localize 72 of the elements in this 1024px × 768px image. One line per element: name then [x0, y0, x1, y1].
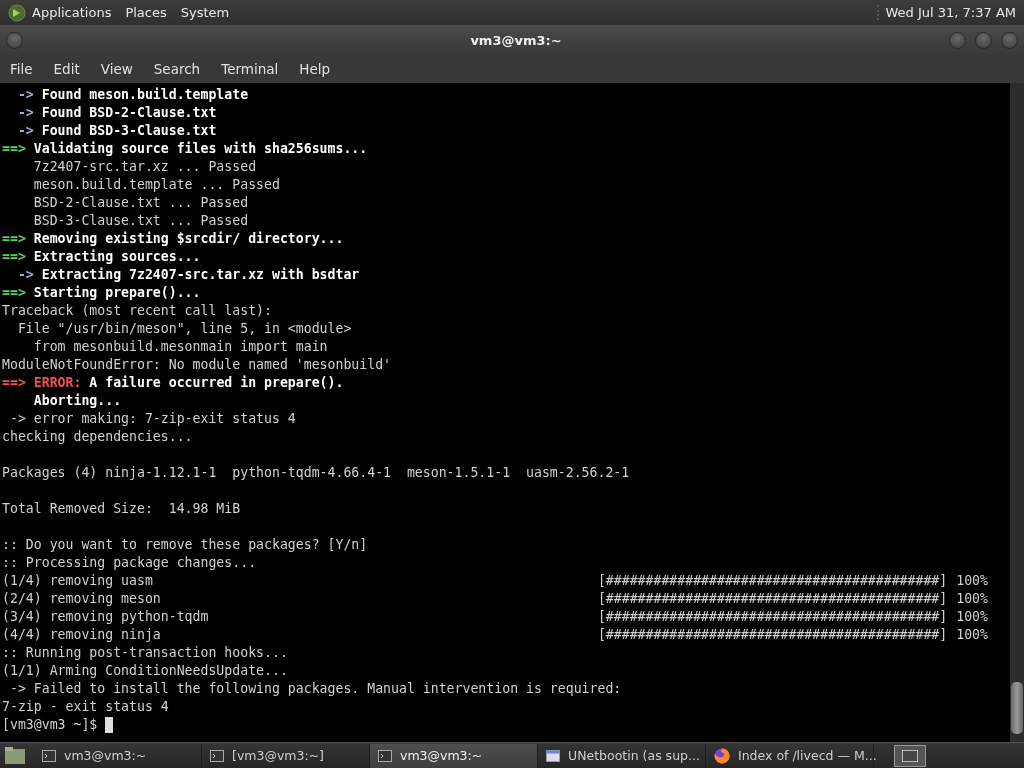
browser-icon: [714, 747, 730, 764]
clock[interactable]: Wed Jul 31, 7:37 AM: [877, 5, 1016, 20]
menu-item[interactable]: File: [10, 61, 33, 77]
progress-bar-text: [##########################################]: [597, 590, 948, 608]
terminal-line: 7-zip - exit status 4: [2, 698, 169, 716]
terminal-line: -> Found BSD-2-Clause.txt: [16, 104, 217, 122]
progress-bar-text: [##########################################]: [597, 626, 948, 644]
taskbar-button[interactable]: vm3@vm3:~: [34, 743, 202, 768]
terminal-line: Traceback (most recent call last):: [2, 302, 272, 320]
progress-bar-text: [##########################################]: [597, 608, 948, 626]
terminal-line: from mesonbuild.mesonmain import main: [32, 338, 328, 356]
terminal-line: -> error making: 7-zip-exit status 4: [8, 410, 296, 428]
window-title: vm3@vm3:~: [470, 32, 562, 48]
terminal-line: -> Found BSD-3-Clause.txt: [16, 122, 217, 140]
terminal-line: (1/1) Arming ConditionNeedsUpdate...: [2, 662, 288, 680]
terminal-line: (1/4) removing uasm: [2, 572, 153, 590]
terminal-icon: [42, 749, 56, 762]
terminal-line: ==> Extracting sources...: [2, 248, 201, 266]
taskbar-button[interactable]: UNetbootin (as sup...: [538, 743, 706, 768]
terminal-line: BSD-2-Clause.txt ... Passed: [32, 194, 249, 212]
terminal-line: -> Failed to install the following packages. Manual intervention is required:: [8, 680, 622, 698]
text-cursor: [105, 717, 114, 733]
terminal-line: (2/4) removing meson: [2, 590, 161, 608]
progress-percent: 100%: [956, 572, 988, 590]
folder-icon[interactable]: [4, 745, 26, 766]
app-menu-icon[interactable]: [8, 3, 26, 22]
panel-menu[interactable]: Applications: [32, 5, 112, 20]
taskbar-button[interactable]: vm3@vm3:~: [370, 743, 538, 768]
progress-percent: 100%: [956, 590, 988, 608]
scrollbar[interactable]: [1010, 83, 1024, 742]
scrollbar-thumb[interactable]: [1011, 682, 1023, 734]
shell-prompt: [vm3@vm3 ~]$: [2, 716, 99, 734]
terminal-icon: [210, 749, 224, 762]
progress-percent: 100%: [956, 608, 988, 626]
terminal-line: File "/usr/bin/meson", line 5, in <module>: [16, 320, 352, 338]
window-icon: [546, 749, 560, 762]
terminal-line: -> Found meson.build.template: [16, 86, 249, 104]
terminal-line: 7z2407-src.tar.xz ... Passed: [32, 158, 257, 176]
menu-item[interactable]: Help: [299, 61, 331, 77]
terminal-line: ==> ERROR: A failure occurred in prepare().: [2, 374, 344, 392]
terminal-line: :: Running post-transaction hooks...: [2, 644, 288, 662]
terminal-line: ==> Starting prepare()...: [2, 284, 201, 302]
panel-menu[interactable]: Places: [125, 5, 167, 20]
minimize-button[interactable]: [949, 31, 966, 49]
terminal-icon: [378, 749, 392, 762]
panel-menu[interactable]: System: [180, 5, 230, 20]
window-menu-button[interactable]: [6, 31, 23, 49]
terminal-line: meson.build.template ... Passed: [32, 176, 280, 194]
terminal-line: checking dependencies...: [2, 428, 193, 446]
terminal-line: :: Do you want to remove these packages? [Y/n]: [2, 536, 368, 554]
terminal-line: Packages (4) ninja-1.12.1-1 python-tqdm-4.66.4-1 meson-1.5.1-1 uasm-2.56.2-1: [2, 464, 630, 482]
terminal-line: :: Processing package changes...: [2, 554, 257, 572]
menu-item[interactable]: Terminal: [221, 61, 279, 77]
desktop-icon: [902, 749, 918, 762]
menu-item[interactable]: Search: [153, 61, 201, 77]
terminal-line: (3/4) removing python-tqdm: [2, 608, 209, 626]
terminal-line: ==> Removing existing $srcdir/ directory...: [2, 230, 344, 248]
terminal-line: Aborting...: [32, 392, 122, 410]
taskbar-button[interactable]: Index of /livecd — M...: [706, 743, 874, 768]
close-button[interactable]: [1001, 31, 1018, 49]
terminal-line: (4/4) removing ninja: [2, 626, 161, 644]
terminal-line: ModuleNotFoundError: No module named 'mesonbuild': [2, 356, 392, 374]
menu-item[interactable]: Edit: [53, 61, 80, 77]
show-desktop-button[interactable]: [894, 744, 926, 767]
progress-percent: 100%: [956, 626, 988, 644]
progress-bar-text: [##########################################]: [597, 572, 948, 590]
terminal-line: Total Removed Size: 14.98 MiB: [2, 500, 241, 518]
terminal-line: -> Extracting 7z2407-src.tar.xz with bsdtar: [16, 266, 360, 284]
maximize-button[interactable]: [975, 31, 992, 49]
terminal-line: BSD-3-Clause.txt ... Passed: [32, 212, 249, 230]
terminal-line: ==> Validating source files with sha256sums...: [2, 140, 368, 158]
menu-item[interactable]: View: [100, 61, 133, 77]
